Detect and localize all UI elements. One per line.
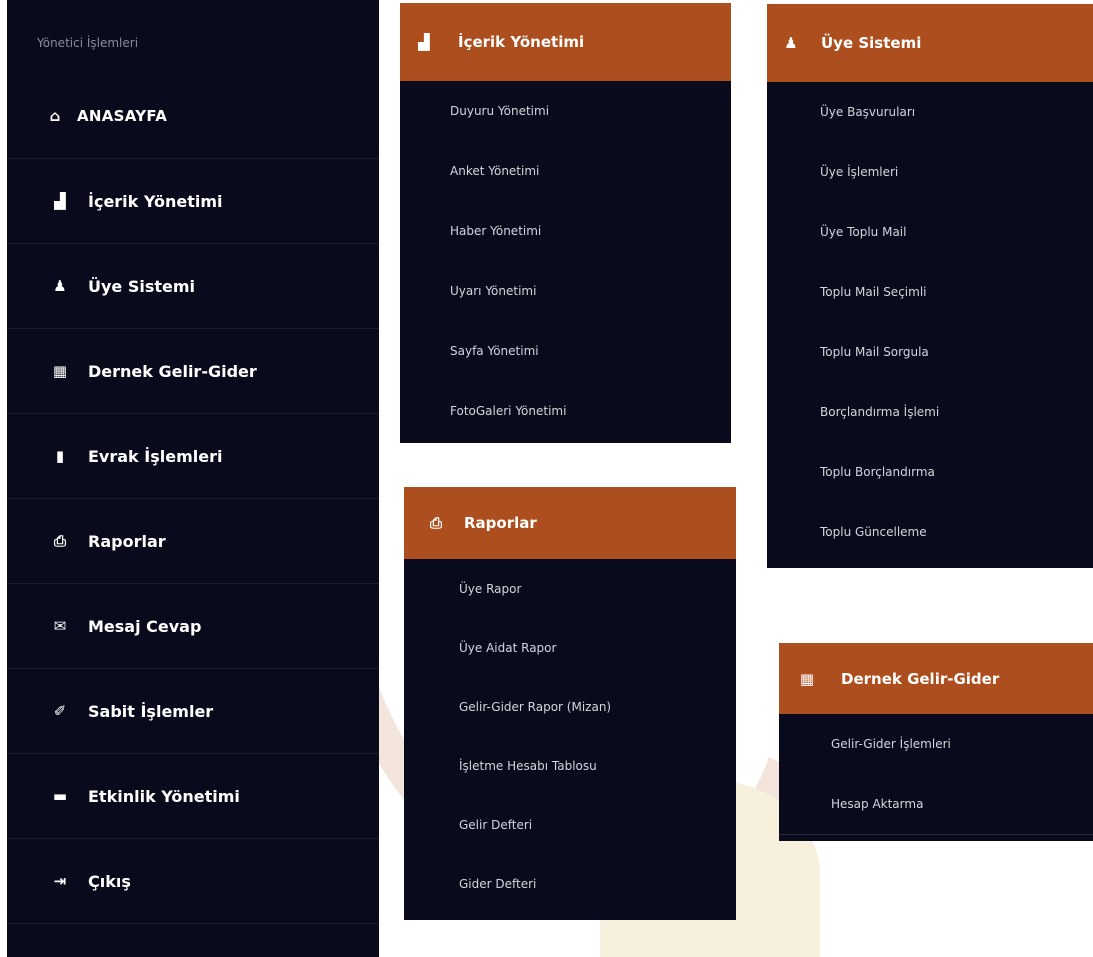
pushpin-icon: ✐: [53, 702, 67, 720]
monitor-icon: ▟: [54, 192, 66, 210]
menu-item-uyari-yonetimi[interactable]: Uyarı Yönetimi: [400, 261, 731, 321]
menu-item-fotogaleri-yonetimi[interactable]: FotoGaleri Yönetimi: [400, 381, 731, 441]
uye-sistemi-menu: ♟ Üye Sistemi Üye Başvuruları Üye İşleml…: [767, 4, 1093, 568]
menu-item-uye-aidat-rapor[interactable]: Üye Aidat Rapor: [404, 618, 736, 677]
menu-header[interactable]: ⎙ Raporlar: [404, 487, 736, 559]
dernek-gelir-gider-menu: ▦ Dernek Gelir-Gider Gelir-Gider İşlemle…: [779, 643, 1093, 841]
menu-item-gelir-gider-rapor[interactable]: Gelir-Gider Rapor (Mizan): [404, 677, 736, 736]
sidebar-item-label: Mesaj Cevap: [88, 616, 202, 636]
sidebar-item-label: Etkinlik Yönetimi: [88, 786, 240, 806]
menu-list: Duyuru Yönetimi Anket Yönetimi Haber Yön…: [400, 81, 731, 441]
comment-icon: ▬: [52, 787, 68, 805]
menu-item-anket-yonetimi[interactable]: Anket Yönetimi: [400, 141, 731, 201]
envelope-icon: ✉: [53, 617, 67, 635]
sidebar-item-etkinlik-yonetimi[interactable]: ▬ Etkinlik Yönetimi: [7, 754, 379, 839]
menu-item-uye-toplu-mail[interactable]: Üye Toplu Mail: [767, 202, 1093, 262]
sidebar-item-label: Evrak İşlemleri: [88, 446, 223, 466]
sidebar-item-mesaj-cevap[interactable]: ✉ Mesaj Cevap: [7, 584, 379, 669]
calendar-icon: ▦: [799, 669, 815, 688]
menu-header[interactable]: ▦ Dernek Gelir-Gider: [779, 643, 1093, 714]
sidebar-item-dernek-gelir-gider[interactable]: ▦ Dernek Gelir-Gider: [7, 329, 379, 414]
menu-item-gelir-gider-islemleri[interactable]: Gelir-Gider İşlemleri: [779, 714, 1093, 774]
sidebar-item-label: Dernek Gelir-Gider: [88, 361, 257, 381]
menu-title: Dernek Gelir-Gider: [841, 669, 1000, 688]
sidebar-item-icerik-yonetimi[interactable]: ▟ İçerik Yönetimi: [7, 159, 379, 244]
menu-item-gelir-defteri[interactable]: Gelir Defteri: [404, 795, 736, 854]
menu-item-gider-defteri[interactable]: Gider Defteri: [404, 854, 736, 913]
menu-header[interactable]: ♟ Üye Sistemi: [767, 4, 1093, 82]
sidebar-item-label: Üye Sistemi: [88, 276, 196, 296]
menu-item-borclandirma-islemi[interactable]: Borçlandırma İşlemi: [767, 382, 1093, 442]
user-icon: ♟: [53, 277, 67, 295]
menu-item-duyuru-yonetimi[interactable]: Duyuru Yönetimi: [400, 81, 731, 141]
sidebar-item-anasayfa[interactable]: ⌂ ANASAYFA: [7, 74, 379, 159]
menu-list: Gelir-Gider İşlemleri Hesap Aktarma: [779, 714, 1093, 835]
raporlar-menu: ⎙ Raporlar Üye Rapor Üye Aidat Rapor Gel…: [404, 487, 736, 920]
sidebar-item-raporlar[interactable]: ⎙ Raporlar: [7, 499, 379, 584]
sidebar-item-cikis[interactable]: ⇥ Çıkış: [7, 839, 379, 924]
menu-header[interactable]: ▟ İçerik Yönetimi: [400, 3, 731, 81]
menu-item-uye-islemleri[interactable]: Üye İşlemleri: [767, 142, 1093, 202]
sidebar-item-label: Sabit İşlemler: [88, 701, 214, 721]
print-icon: ⎙: [53, 532, 66, 550]
menu-item-hesap-aktarma[interactable]: Hesap Aktarma: [779, 774, 1093, 834]
menu-item-uye-rapor[interactable]: Üye Rapor: [404, 559, 736, 618]
menu-list: Üye Rapor Üye Aidat Rapor Gelir-Gider Ra…: [404, 559, 736, 913]
menu-item-toplu-mail-sorgula[interactable]: Toplu Mail Sorgula: [767, 322, 1093, 382]
sidebar-item-label: Çıkış: [88, 871, 131, 891]
menu-item-haber-yonetimi[interactable]: Haber Yönetimi: [400, 201, 731, 261]
sidebar-item-label: İçerik Yönetimi: [88, 191, 223, 211]
file-icon: ▮: [55, 447, 65, 465]
user-icon: ♟: [784, 34, 798, 52]
menu-item-isletme-hesabi-tablosu[interactable]: İşletme Hesabı Tablosu: [404, 736, 736, 795]
sidebar-item-sabit-islemler[interactable]: ✐ Sabit İşlemler: [7, 669, 379, 754]
menu-item-toplu-guncelleme[interactable]: Toplu Güncelleme: [767, 502, 1093, 562]
menu-title: Raporlar: [464, 514, 537, 532]
icerik-yonetimi-menu: ▟ İçerik Yönetimi Duyuru Yönetimi Anket …: [400, 3, 731, 443]
sidebar-item-label: Raporlar: [88, 531, 166, 551]
menu-item-sayfa-yonetimi[interactable]: Sayfa Yönetimi: [400, 321, 731, 381]
sidebar-item-uye-sistemi[interactable]: ♟ Üye Sistemi: [7, 244, 379, 329]
menu-item-toplu-mail-secimli[interactable]: Toplu Mail Seçimli: [767, 262, 1093, 322]
monitor-icon: ▟: [418, 33, 430, 51]
sidebar-item-evrak-islemleri[interactable]: ▮ Evrak İşlemleri: [7, 414, 379, 499]
admin-sidebar: Yönetici İşlemleri ⌂ ANASAYFA ▟ İçerik Y…: [7, 0, 379, 957]
calendar-icon: ▦: [52, 362, 68, 380]
sidebar-item-label: ANASAYFA: [77, 107, 168, 125]
menu-item-toplu-borclandirma[interactable]: Toplu Borçlandırma: [767, 442, 1093, 502]
logout-icon: ⇥: [53, 872, 67, 890]
sidebar-caption: Yönetici İşlemleri: [37, 36, 139, 50]
menu-item-uye-basvurulari[interactable]: Üye Başvuruları: [767, 82, 1093, 142]
print-icon: ⎙: [429, 514, 442, 532]
menu-title: İçerik Yönetimi: [458, 33, 585, 51]
menu-title: Üye Sistemi: [821, 34, 922, 52]
menu-list: Üye Başvuruları Üye İşlemleri Üye Toplu …: [767, 82, 1093, 562]
home-icon: ⌂: [49, 107, 61, 125]
